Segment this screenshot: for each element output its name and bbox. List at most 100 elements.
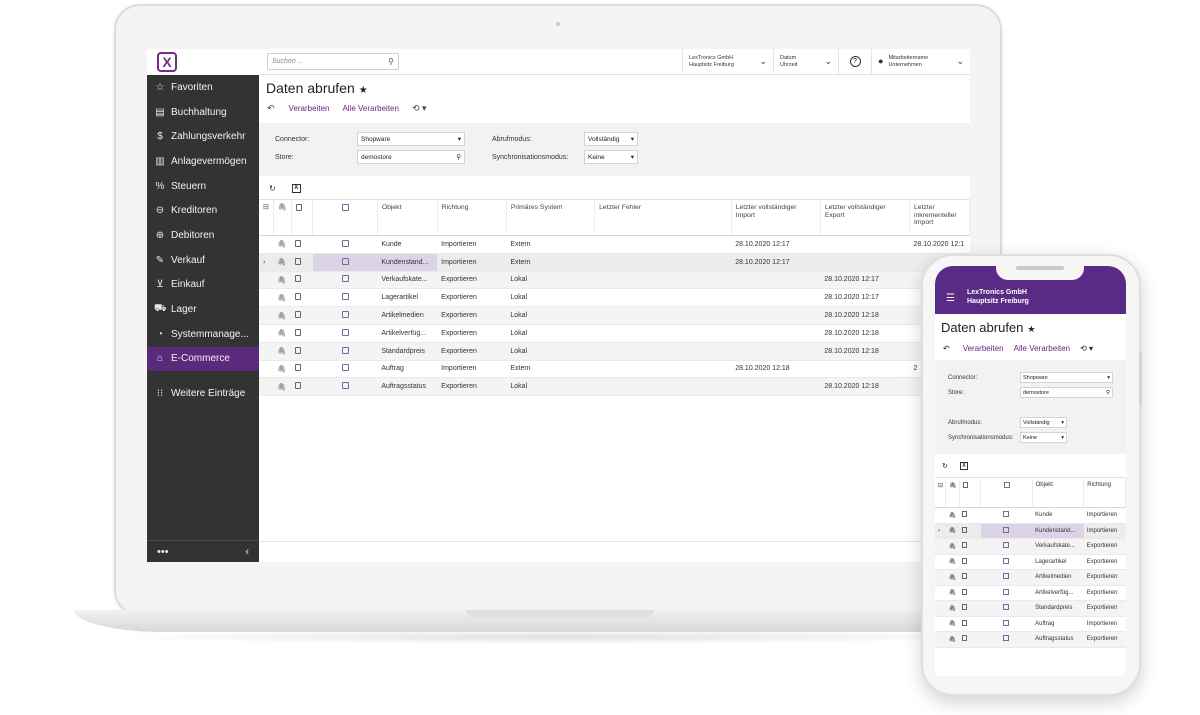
sidebar-item-systemmanage[interactable]: ◔ Systemmanage... [147,322,259,347]
row-expand-icon[interactable] [259,271,274,290]
excel-export-icon[interactable]: X [959,462,968,470]
row-checkbox[interactable] [980,538,1033,555]
fetch-mode-select[interactable]: Vollständig ▾ [584,132,638,146]
row-expand-icon[interactable] [935,507,946,524]
row-expand-icon[interactable] [259,306,274,325]
table-row[interactable]: 🖇 Artikelmedien Exportieren [935,569,1126,586]
sidebar-item-debitoren[interactable]: ⊕ Debitoren [147,223,259,248]
sidebar-item-verkauf[interactable]: ✎ Verkauf [147,248,259,273]
table-row[interactable]: 🖇 Lagerartikel Exportieren Lokal 28.10.2020 … [259,288,970,308]
row-expand-icon[interactable] [935,631,946,648]
row-expand-icon[interactable] [259,324,274,343]
row-checkbox[interactable] [980,585,1033,601]
user-menu[interactable]: ● Mitarbeitername Unternehmen ⌄ [872,55,970,68]
row-checkbox[interactable] [312,360,378,379]
row-expand-icon[interactable] [935,600,946,617]
row-expand-icon[interactable] [259,377,274,397]
table-row[interactable]: 🖇 Verkaufskate... Exportieren [935,538,1126,555]
refresh-icon[interactable]: ↻ [942,462,948,470]
sidebar-item-einkauf[interactable]: ⊻ Einkauf [147,273,259,298]
row-checkbox[interactable] [312,324,378,343]
sync-mode-select[interactable]: Keine ▾ [584,150,638,164]
row-expand-icon[interactable] [935,585,946,601]
table-row[interactable]: 🖇 Artikelverfüg... Exportieren Lokal 28.10.2… [259,324,970,343]
row-checkbox[interactable] [980,523,1033,539]
process-all-button[interactable]: Alle Verarbeiten [342,104,398,113]
sidebar-item-more[interactable]: ⁝⁝ Weitere Einträge [147,381,259,406]
table-row[interactable]: 🖇 Auftrag Importieren [935,616,1126,632]
favorite-star-icon[interactable]: ★ [1027,324,1035,334]
sidebar-item-kreditoren[interactable]: ⊖ Kreditoren [147,198,259,223]
row-expand-icon[interactable] [935,569,946,586]
table-row[interactable]: 🖇 Auftrag Importieren Extern 28.10.2020 12:1… [259,360,970,379]
connector-select[interactable]: Shopware ▾ [1020,372,1113,383]
favorite-star-icon[interactable]: ★ [359,85,368,96]
date-selector[interactable]: Datum Uhrzeit ⌄ [774,55,838,68]
column-header[interactable]: Richtung [437,199,507,236]
sync-mode-select[interactable]: Keine ▾ [1020,432,1067,443]
row-checkbox[interactable] [312,288,378,308]
column-header[interactable]: Letzter vollständiger Export [820,199,910,236]
table-row[interactable]: 🖇 Lagerartikel Exportieren [935,554,1126,570]
table-row[interactable]: 🖇 Auftragsstatus Exportieren [935,631,1126,648]
process-button[interactable]: Verarbeiten [963,344,1004,353]
connector-select[interactable]: Shopware ▾ [357,132,465,146]
row-expand-icon[interactable] [259,235,274,254]
history-dropdown-icon[interactable]: ⟲ ▾ [1080,344,1093,353]
column-header[interactable]: Objekt [1032,477,1085,508]
column-header[interactable]: Letzter inkrementeller Import [909,199,970,236]
collapse-sidebar-icon[interactable]: ‹ [245,546,249,558]
row-expand-icon[interactable] [935,616,946,632]
refresh-icon[interactable]: ↻ [269,184,276,193]
sidebar-item-lager[interactable]: ⛟ Lager [147,297,259,322]
table-row[interactable]: › 🖇 Kundenstand... Importieren Extern 28.10.2… [259,253,970,272]
select-all-checkbox[interactable] [312,199,378,236]
fetch-mode-select[interactable]: Vollständig ▾ [1020,417,1067,428]
column-header[interactable]: Objekt [377,199,438,236]
table-row[interactable]: 🖇 Auftragsstatus Exportieren Lokal 28.10.202… [259,377,970,397]
undo-icon[interactable]: ↶ [267,103,275,114]
row-checkbox[interactable] [980,507,1033,524]
table-row[interactable]: › 🖇 Kundenstand... Importieren [935,523,1126,539]
help-button[interactable]: ? [839,56,871,67]
column-header[interactable]: Letzter Fehler [594,199,732,236]
table-row[interactable]: 🖇 Verkaufskate... Exportieren Lokal 28.10.20… [259,271,970,290]
search-input[interactable]: Suchen ... ⚲ [267,53,399,70]
table-row[interactable]: 🖇 Standardpreis Exportieren [935,600,1126,617]
column-header[interactable]: Richtung [1083,477,1126,508]
process-button[interactable]: Verarbeiten [289,104,330,113]
menu-icon[interactable]: ☰ [946,293,955,304]
sidebar-item-zahlungsverkehr[interactable]: $ Zahlungsverkehr [147,124,259,149]
column-header[interactable]: Primäres System [506,199,596,236]
row-checkbox[interactable] [980,554,1033,570]
row-checkbox[interactable] [980,631,1033,648]
table-row[interactable]: 🖇 Artikelverfüg... Exportieren [935,585,1126,601]
sidebar-item-steuern[interactable]: % Steuern [147,174,259,199]
row-checkbox[interactable] [312,235,378,254]
row-checkbox[interactable] [980,569,1033,586]
row-checkbox[interactable] [312,306,378,325]
process-all-button[interactable]: Alle Verarbeiten [1014,344,1070,353]
select-all-checkbox[interactable] [980,477,1033,508]
sidebar-item-e-commerce[interactable]: ⌂ E-Commerce [147,346,259,372]
expand-all-icon[interactable]: ⊟ [259,199,274,236]
row-checkbox[interactable] [312,377,378,397]
table-row[interactable]: 🖇 Standardpreis Exportieren Lokal 28.10.2020… [259,342,970,361]
table-row[interactable]: 🖇 Kunde Importieren [935,507,1126,524]
row-checkbox[interactable] [980,616,1033,632]
row-expand-icon[interactable] [259,288,274,308]
row-expand-icon[interactable] [259,360,274,379]
row-expand-icon[interactable] [259,342,274,361]
sidebar-item-anlagevermögen[interactable]: ▥ Anlagevermögen [147,149,259,174]
row-checkbox[interactable] [312,342,378,361]
store-input[interactable]: demostore ⚲ [1020,387,1113,398]
sidebar-item-favoriten[interactable]: ☆ Favoriten [147,75,259,100]
sidebar-item-buchhaltung[interactable]: ▤ Buchhaltung [147,100,259,125]
more-options-icon[interactable]: ••• [157,546,169,558]
row-expand-icon[interactable]: › [259,253,274,272]
excel-export-icon[interactable]: X [291,183,301,193]
row-checkbox[interactable] [312,253,378,272]
undo-icon[interactable]: ↶ [943,344,950,353]
mobile-company[interactable]: LexTronics GmbH Hauptsitz Freiburg [967,289,1029,306]
history-dropdown-icon[interactable]: ⟲ ▾ [412,103,427,114]
